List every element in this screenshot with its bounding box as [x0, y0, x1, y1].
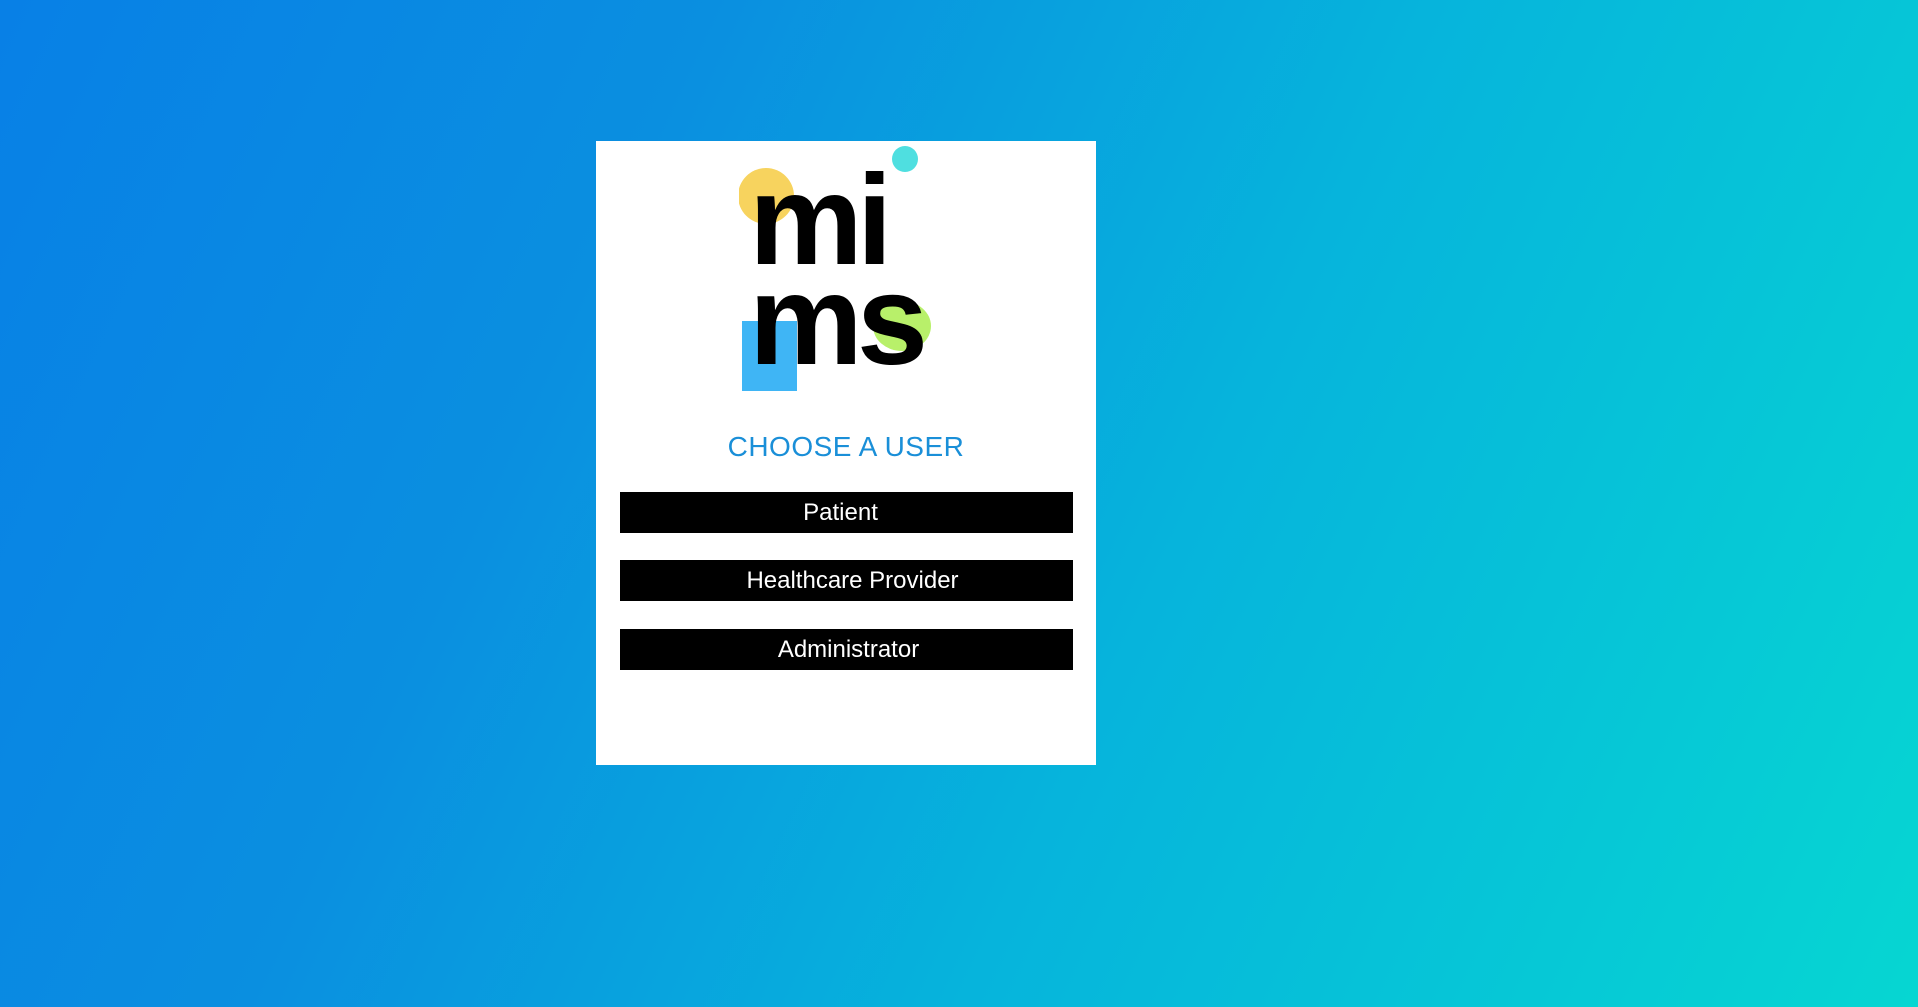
mims-logo: mi ms	[739, 145, 959, 395]
choose-user-heading: CHOOSE A USER	[727, 431, 965, 462]
healthcare-provider-button-label: Healthcare Provider	[746, 567, 959, 594]
administrator-button[interactable]: Administrator	[620, 629, 1073, 670]
user-select-card: mi ms CHOOSE A USER Patient Healthcare P…	[596, 141, 1096, 765]
logo-text-line2: ms	[749, 249, 923, 392]
administrator-button-label: Administrator	[777, 636, 920, 663]
healthcare-provider-button[interactable]: Healthcare Provider	[620, 560, 1073, 601]
patient-button-label: Patient	[803, 499, 878, 526]
patient-button[interactable]: Patient	[620, 492, 1073, 533]
logo-teal-dot	[892, 146, 918, 172]
